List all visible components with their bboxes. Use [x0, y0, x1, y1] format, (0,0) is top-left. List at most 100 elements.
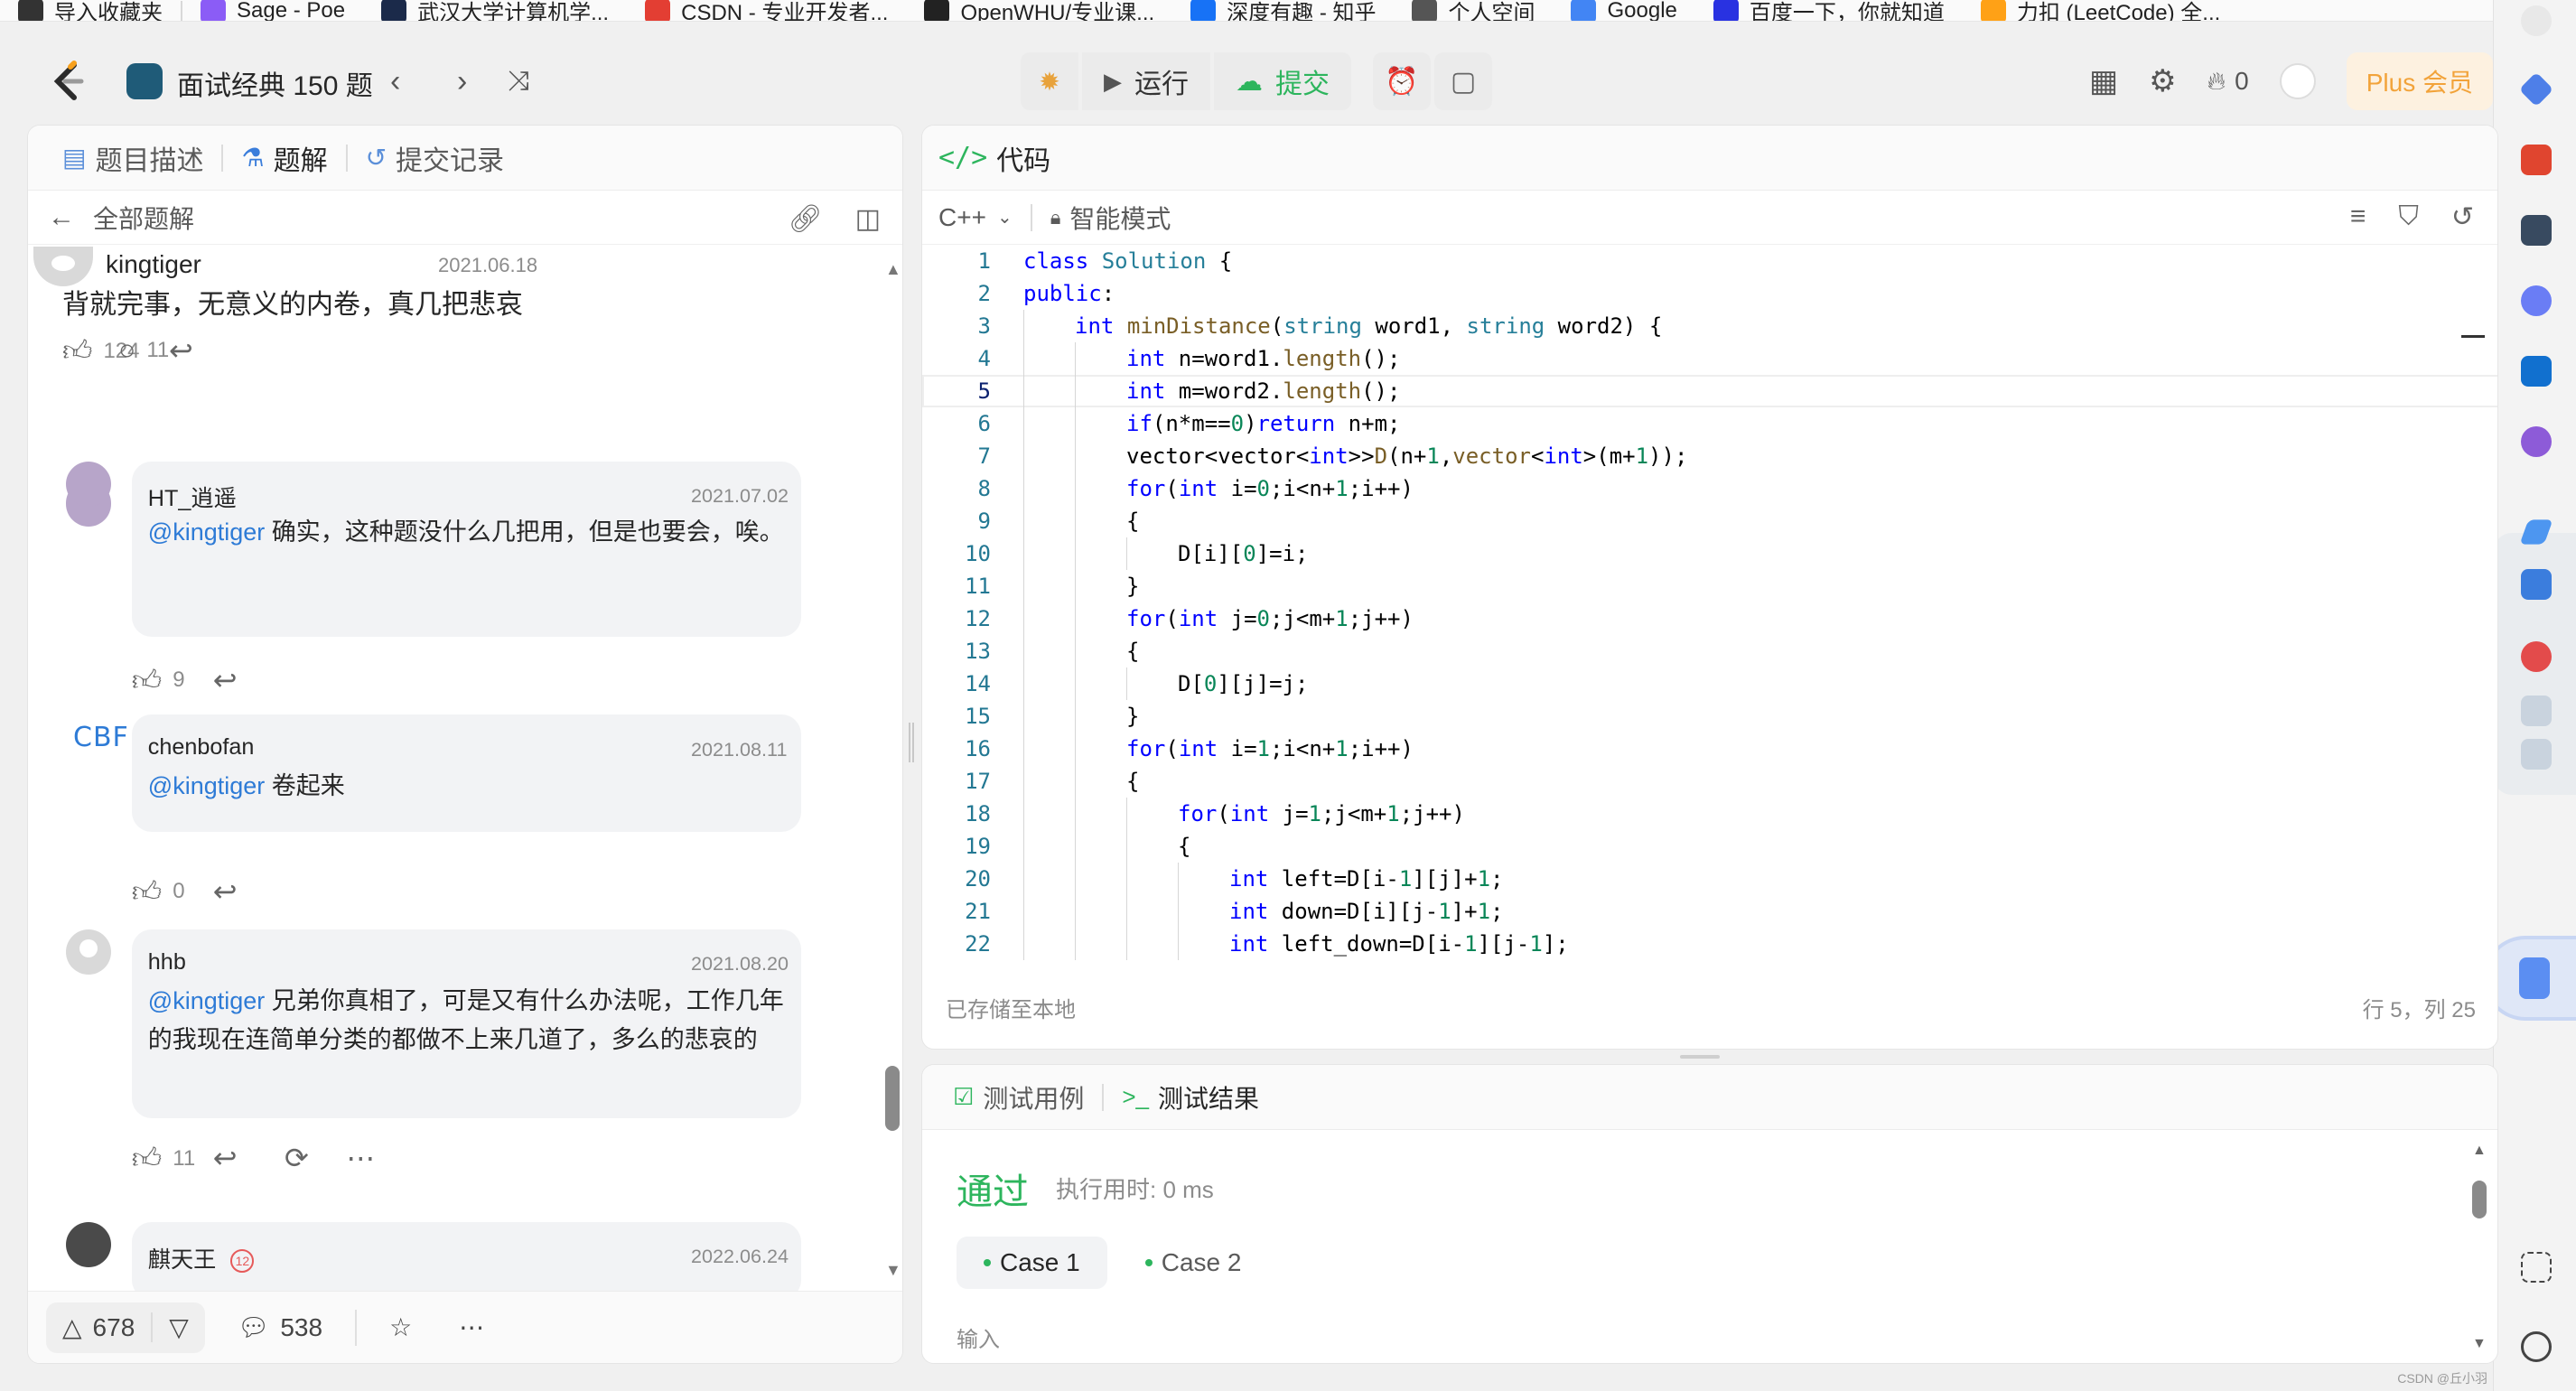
- copilot-icon[interactable]: [2521, 285, 2552, 316]
- chevron-right-icon[interactable]: ›: [457, 65, 467, 98]
- code-line[interactable]: 1 class Solution {: [922, 245, 2497, 277]
- scroll-up-icon[interactable]: ▲: [2472, 1143, 2487, 1159]
- magnet-icon[interactable]: [2521, 426, 2552, 457]
- bookmark-item[interactable]: 百度一下，你就知道: [1695, 0, 1963, 21]
- submit-button[interactable]: ☁ 提交: [1214, 52, 1351, 110]
- colorful-logo-icon[interactable]: [2521, 641, 2552, 672]
- run-button[interactable]: ▶ 运行: [1082, 52, 1210, 110]
- code-line[interactable]: 9{: [922, 505, 2497, 537]
- case-tab-1[interactable]: Case 1: [957, 1237, 1107, 1289]
- screenshot-icon[interactable]: [2521, 1252, 2552, 1283]
- code-line[interactable]: 2 public:: [922, 277, 2497, 310]
- avatar[interactable]: [33, 247, 93, 286]
- settings-icon[interactable]: [2521, 1331, 2552, 1362]
- share-button[interactable]: ⟳: [285, 1141, 309, 1175]
- scroll-up-icon[interactable]: ▲: [885, 260, 901, 279]
- tab-description[interactable]: ▤ 题目描述: [51, 138, 214, 178]
- code-editor[interactable]: 1 class Solution {2 public: 3 int minDistanc…: [922, 245, 2497, 966]
- avatar[interactable]: CBF: [73, 722, 129, 753]
- study-plan-title[interactable]: 面试经典 150 题: [177, 63, 373, 103]
- code-line[interactable]: 17 {: [922, 765, 2497, 798]
- tab-test-result[interactable]: >_ 测试结果: [1113, 1079, 1268, 1116]
- briefcase-icon[interactable]: [2521, 145, 2552, 175]
- bookmark-item[interactable]: 武汉大学计算机学...: [363, 0, 627, 21]
- smart-mode-toggle[interactable]: 🔒︎ 智能模式: [1050, 200, 1171, 236]
- reply-author[interactable]: chenbofan: [148, 734, 255, 761]
- code-line[interactable]: 20 int left=D[i-1][j]+1;: [922, 863, 2497, 895]
- bookmark-item[interactable]: 深度有趣 - 知乎: [1172, 0, 1394, 21]
- reply-author[interactable]: HT_逍遥: [148, 481, 237, 513]
- circle-icon[interactable]: [2521, 5, 2552, 36]
- leetcode-logo-icon[interactable]: [47, 60, 87, 103]
- language-select[interactable]: C++ ⌄: [938, 203, 1013, 232]
- user-avatar[interactable]: [2279, 63, 2316, 99]
- tab-testcases[interactable]: ☑ 测试用例: [944, 1079, 1093, 1116]
- code-line[interactable]: 12 for(int j=0;j<m+1;j++): [922, 602, 2497, 635]
- scroll-thumb[interactable]: [2472, 1181, 2487, 1218]
- reply-button[interactable]: ↩: [213, 874, 238, 909]
- vertical-resize-handle[interactable]: [1680, 1055, 1720, 1059]
- code-line[interactable]: 11}: [922, 570, 2497, 602]
- reset-icon[interactable]: ↺: [2451, 201, 2474, 233]
- outlook-icon[interactable]: [2521, 356, 2552, 387]
- link-icon[interactable]: 🔗︎: [789, 203, 823, 235]
- upvote-button[interactable]: △ 678: [46, 1312, 151, 1342]
- chess-icon[interactable]: [2521, 215, 2552, 246]
- tag-icon[interactable]: [2518, 71, 2554, 107]
- code-line[interactable]: 10 D[i][0]=i;: [922, 537, 2497, 570]
- shuffle-icon[interactable]: ⤨: [508, 65, 529, 98]
- bookmark-item[interactable]: 力扣 (LeetCode) 全...: [1963, 0, 2238, 21]
- like-button[interactable]: 👍︎ 0: [132, 874, 185, 910]
- translate-icon[interactable]: [2521, 569, 2552, 600]
- scroll-down-icon[interactable]: ▼: [885, 1261, 901, 1280]
- gear-icon[interactable]: ⚙: [2149, 63, 2176, 99]
- panel-resize-handle[interactable]: [909, 723, 914, 762]
- reply-button[interactable]: ↩: [169, 333, 193, 368]
- case-tab-2[interactable]: Case 2: [1118, 1237, 1269, 1289]
- reply-button[interactable]: ↩: [213, 1141, 238, 1175]
- chevron-left-icon[interactable]: ‹: [390, 65, 400, 98]
- paper-plane-icon[interactable]: [2519, 519, 2553, 545]
- code-line[interactable]: 3 int minDistance(string word1, string wo…: [922, 310, 2497, 342]
- note-button[interactable]: ▢: [1434, 52, 1492, 110]
- scroll-thumb[interactable]: [885, 1066, 900, 1131]
- bookmark-item[interactable]: Google: [1553, 0, 1694, 21]
- more-button[interactable]: ⋯: [444, 1312, 499, 1342]
- bookmark-item[interactable]: OpenWHU/专业课...: [906, 0, 1172, 21]
- like-button[interactable]: 👍︎ 11: [132, 1141, 195, 1176]
- avatar[interactable]: [66, 1222, 112, 1268]
- streak-flame[interactable]: 🔥︎ 0: [2207, 67, 2249, 97]
- floating-drop-button[interactable]: [2487, 939, 2576, 1017]
- code-line[interactable]: 5 int m=word2.length();: [922, 375, 2497, 407]
- bookmark-item[interactable]: CSDN - 专业开发者...: [627, 0, 906, 21]
- code-line[interactable]: 7 vector<vector<int>>D(n+1,vector<int>(m+…: [922, 440, 2497, 472]
- mention-link[interactable]: @kingtiger: [148, 987, 265, 1014]
- code-line[interactable]: 4 int n=word1.length();: [922, 342, 2497, 375]
- all-solutions-link[interactable]: 全部题解: [93, 200, 194, 236]
- reply-author[interactable]: hhb: [148, 949, 186, 976]
- debug-button[interactable]: ✹: [1021, 52, 1078, 110]
- tab-solutions[interactable]: ⚗ 题解: [230, 138, 338, 178]
- study-plan-icon[interactable]: [126, 63, 163, 99]
- format-icon[interactable]: ≡: [2350, 201, 2366, 233]
- arrow-left-icon[interactable]: ←: [48, 202, 75, 233]
- mention-link[interactable]: @kingtiger: [148, 772, 265, 799]
- comment-author[interactable]: kingtiger: [106, 250, 201, 279]
- bookmark-icon[interactable]: ⛉: [2398, 201, 2419, 233]
- code-line[interactable]: 15}: [922, 700, 2497, 733]
- code-line[interactable]: 14 D[0][j]=j;: [922, 667, 2497, 700]
- comment-list[interactable]: kingtiger 2021.06.18 背就完事，无意义的内卷，真几把悲哀 👍…: [28, 247, 902, 1363]
- timer-button[interactable]: ⏰: [1373, 52, 1431, 110]
- tab-submissions[interactable]: ↺ 提交记录: [355, 138, 515, 178]
- mention-link[interactable]: @kingtiger: [148, 518, 265, 546]
- code-line[interactable]: 18 for(int j=1;j<m+1;j++): [922, 798, 2497, 830]
- avatar[interactable]: [66, 461, 112, 507]
- reply-button[interactable]: ↩: [213, 663, 238, 697]
- code-line[interactable]: 16 for(int i=1;i<n+1;i++): [922, 733, 2497, 765]
- more-button[interactable]: ⋯: [346, 1141, 375, 1175]
- split-view-icon[interactable]: ◫: [855, 203, 881, 235]
- left-scrollbar[interactable]: ▲ ▼: [885, 260, 901, 1391]
- code-line[interactable]: 6 if(n*m==0)return n+m;: [922, 407, 2497, 440]
- result-scrollbar[interactable]: ▲ ▼: [2472, 1143, 2487, 1352]
- bookmark-item[interactable]: 个人空间: [1394, 0, 1553, 21]
